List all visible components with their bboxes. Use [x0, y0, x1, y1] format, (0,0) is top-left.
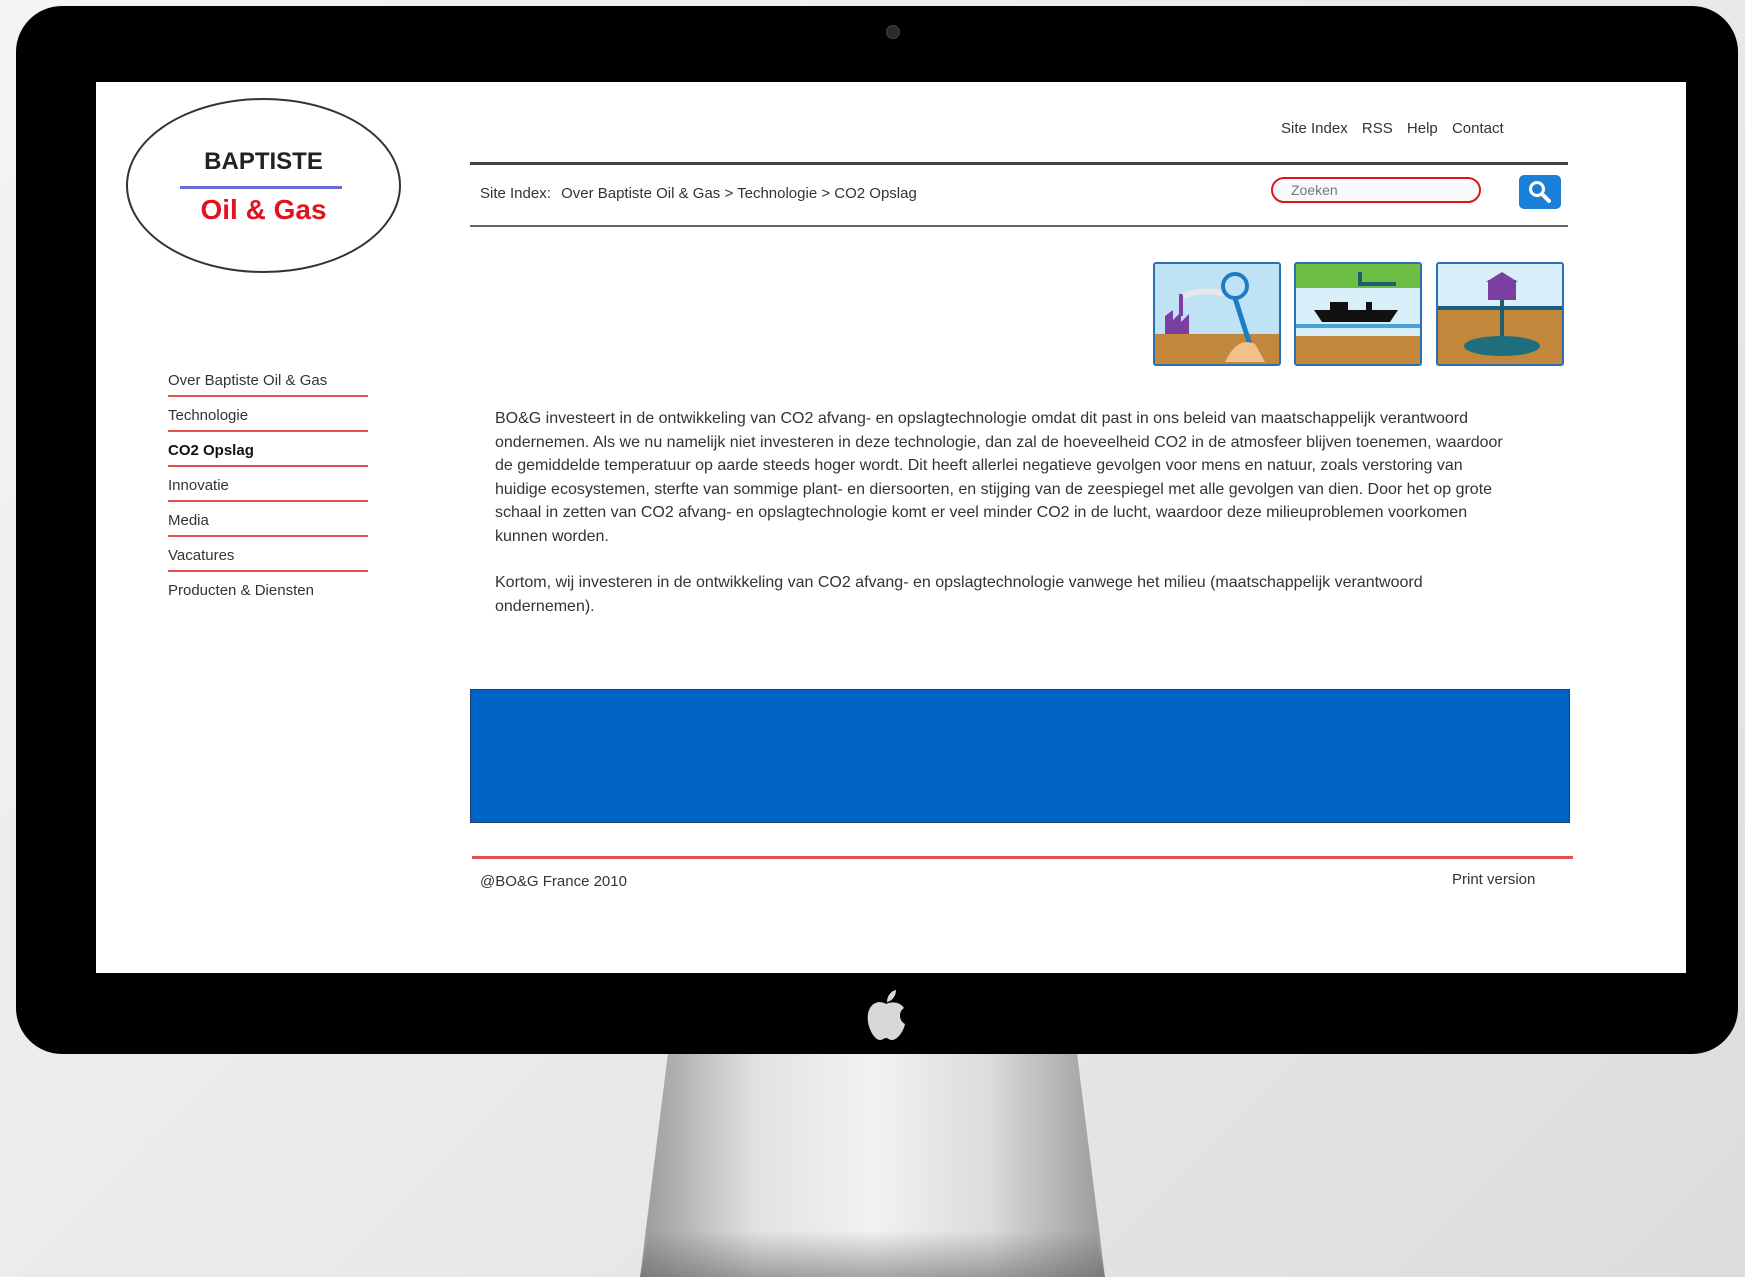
camera-icon — [886, 25, 900, 39]
site-logo[interactable]: BAPTISTE Oil & Gas — [126, 98, 401, 273]
nav-item-technologie[interactable]: Technologie — [168, 407, 368, 432]
browser-screen: BAPTISTE Oil & Gas Site Index RSS Help C… — [96, 82, 1686, 973]
nav-item-media[interactable]: Media — [168, 512, 368, 537]
link-site-index[interactable]: Site Index — [1281, 120, 1348, 137]
nav-item-co2-opslag[interactable]: CO2 Opslag — [168, 442, 368, 467]
link-rss[interactable]: RSS — [1362, 120, 1393, 137]
header-divider-bottom — [470, 225, 1568, 227]
co2-capture-image — [1153, 262, 1281, 366]
header-divider-top — [470, 162, 1568, 165]
breadcrumb: Site Index: Over Baptiste Oil & Gas > Te… — [480, 185, 923, 202]
breadcrumb-label: Site Index: — [480, 185, 551, 202]
logo-text-bottom: Oil & Gas — [200, 194, 327, 225]
nav-item-over-baptiste[interactable]: Over Baptiste Oil & Gas — [168, 372, 368, 397]
search-input[interactable] — [1271, 177, 1481, 203]
nav-item-producten-diensten[interactable]: Producten & Diensten — [168, 582, 368, 605]
breadcrumb-path[interactable]: Over Baptiste Oil & Gas > Technologie > … — [561, 185, 917, 202]
logo-text-top: BAPTISTE — [204, 148, 323, 175]
apple-logo-icon — [867, 990, 905, 1040]
nav-item-vacatures[interactable]: Vacatures — [168, 547, 368, 572]
top-links: Site Index RSS Help Contact — [1281, 120, 1514, 137]
content-paragraph: BO&G investeert in de ontwikkeling van C… — [495, 410, 1503, 545]
copyright-text: @BO&G France 2010 — [480, 873, 627, 890]
nav-item-innovatie[interactable]: Innovatie — [168, 477, 368, 502]
co2-transport-ship-image — [1294, 262, 1422, 366]
print-version-link[interactable]: Print version — [1452, 871, 1535, 888]
content-paragraph: Kortom, wij investeren in de ontwikkelin… — [495, 574, 1423, 615]
logo-divider — [180, 186, 342, 189]
link-help[interactable]: Help — [1407, 120, 1438, 137]
main-content: BO&G investeert in de ontwikkeling van C… — [495, 407, 1515, 641]
footer-divider — [472, 856, 1573, 859]
monitor-bezel: BAPTISTE Oil & Gas Site Index RSS Help C… — [16, 6, 1738, 1054]
search-icon — [1529, 181, 1551, 203]
blue-banner — [470, 689, 1570, 823]
search-button[interactable] — [1519, 175, 1561, 209]
monitor-stand-base — [640, 1230, 1105, 1277]
co2-storage-image — [1436, 262, 1564, 366]
sidebar-nav: Over Baptiste Oil & Gas Technologie CO2 … — [168, 372, 368, 615]
link-contact[interactable]: Contact — [1452, 120, 1504, 137]
